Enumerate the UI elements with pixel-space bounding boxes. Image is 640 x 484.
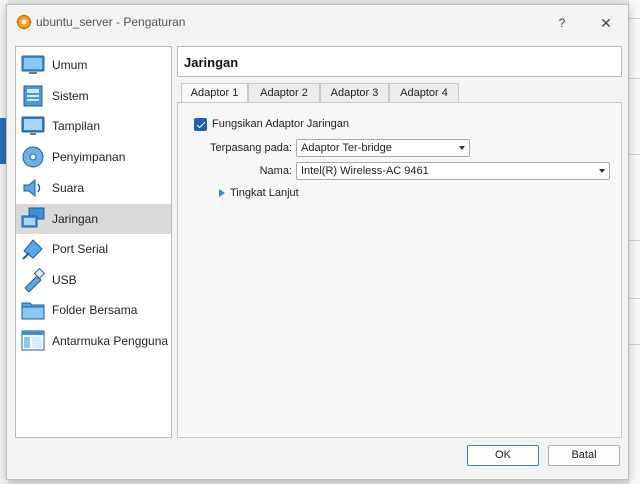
shared-folder-icon: [21, 302, 45, 320]
ok-button[interactable]: OK: [467, 445, 539, 466]
enable-adapter-label[interactable]: Fungsikan Adaptor Jaringan: [212, 118, 349, 130]
attached-to-select[interactable]: Adaptor Ter-bridge: [296, 139, 470, 157]
sidebar-item-tampilan[interactable]: Tampilan: [16, 111, 171, 141]
attached-to-label: Terpasang pada:: [210, 142, 292, 154]
virtualbox-settings-icon: [16, 14, 32, 30]
user-interface-icon: [21, 330, 45, 351]
sidebar-item-label: Penyimpanan: [52, 150, 126, 164]
title-bar: ubuntu_server - Pengaturan ? ✕: [7, 5, 628, 39]
help-button[interactable]: ?: [552, 13, 572, 33]
page-title: Jaringan: [184, 55, 239, 70]
tab-adaptor-2[interactable]: Adaptor 2: [248, 83, 320, 103]
tab-adaptor-3[interactable]: Adaptor 3: [320, 83, 389, 103]
expand-arrow-icon[interactable]: [219, 189, 225, 197]
sidebar-item-antarmuka-pengguna[interactable]: Antarmuka Pengguna: [16, 326, 171, 356]
sidebar-item-folder-bersama[interactable]: Folder Bersama: [16, 295, 171, 325]
audio-icon: [23, 178, 41, 198]
chevron-down-icon: [459, 146, 465, 150]
attached-to-value: Adaptor Ter-bridge: [301, 142, 392, 154]
background-right-panel: [628, 0, 640, 484]
general-icon: [21, 55, 45, 74]
sidebar-item-umum[interactable]: Umum: [16, 50, 171, 80]
sidebar-item-label: Sistem: [52, 89, 89, 103]
sidebar-item-label: Suara: [52, 181, 85, 195]
page-header: Jaringan: [177, 46, 622, 77]
sidebar-item-suara[interactable]: Suara: [16, 173, 171, 203]
system-icon: [23, 85, 43, 107]
sidebar-item-penyimpanan[interactable]: Penyimpanan: [16, 142, 171, 172]
sidebar-item-port-serial[interactable]: Port Serial: [16, 234, 171, 264]
adapter-name-select[interactable]: Intel(R) Wireless-AC 9461: [296, 162, 610, 180]
adapter-panel: Fungsikan Adaptor Jaringan Terpasang pad…: [177, 102, 622, 438]
advanced-toggle[interactable]: Tingkat Lanjut: [230, 187, 299, 199]
enable-adapter-checkbox[interactable]: [194, 118, 207, 131]
close-button[interactable]: ✕: [595, 13, 617, 33]
sidebar-item-label: Jaringan: [52, 212, 99, 226]
tab-adaptor-1[interactable]: Adaptor 1: [181, 83, 248, 104]
sidebar-item-usb[interactable]: USB: [16, 265, 171, 295]
sidebar-item-sistem[interactable]: Sistem: [16, 81, 171, 111]
sidebar-item-label: Umum: [52, 58, 88, 72]
network-icon: [21, 207, 45, 228]
sidebar-item-label: USB: [52, 273, 77, 287]
cancel-button[interactable]: Batal: [548, 445, 620, 466]
window-title: ubuntu_server - Pengaturan: [36, 15, 186, 29]
storage-icon: [22, 146, 44, 168]
sidebar-item-label: Tampilan: [52, 119, 101, 133]
serial-port-icon: [22, 239, 43, 260]
adapter-name-value: Intel(R) Wireless-AC 9461: [301, 165, 429, 177]
tab-adaptor-4[interactable]: Adaptor 4: [389, 83, 459, 103]
display-icon: [21, 116, 45, 135]
settings-dialog: ubuntu_server - Pengaturan ? ✕ Umum Sist…: [6, 4, 629, 480]
chevron-down-icon: [599, 169, 605, 173]
sidebar-item-label: Antarmuka Pengguna: [52, 334, 169, 348]
settings-sidebar: Umum Sistem Tampilan Penyimpanan Suara J…: [15, 46, 172, 438]
adapter-name-label: Nama:: [259, 165, 292, 177]
sidebar-item-label: Port Serial: [52, 242, 109, 256]
sidebar-item-label: Folder Bersama: [52, 303, 138, 317]
sidebar-item-jaringan[interactable]: Jaringan: [16, 204, 171, 234]
usb-icon: [24, 268, 45, 292]
